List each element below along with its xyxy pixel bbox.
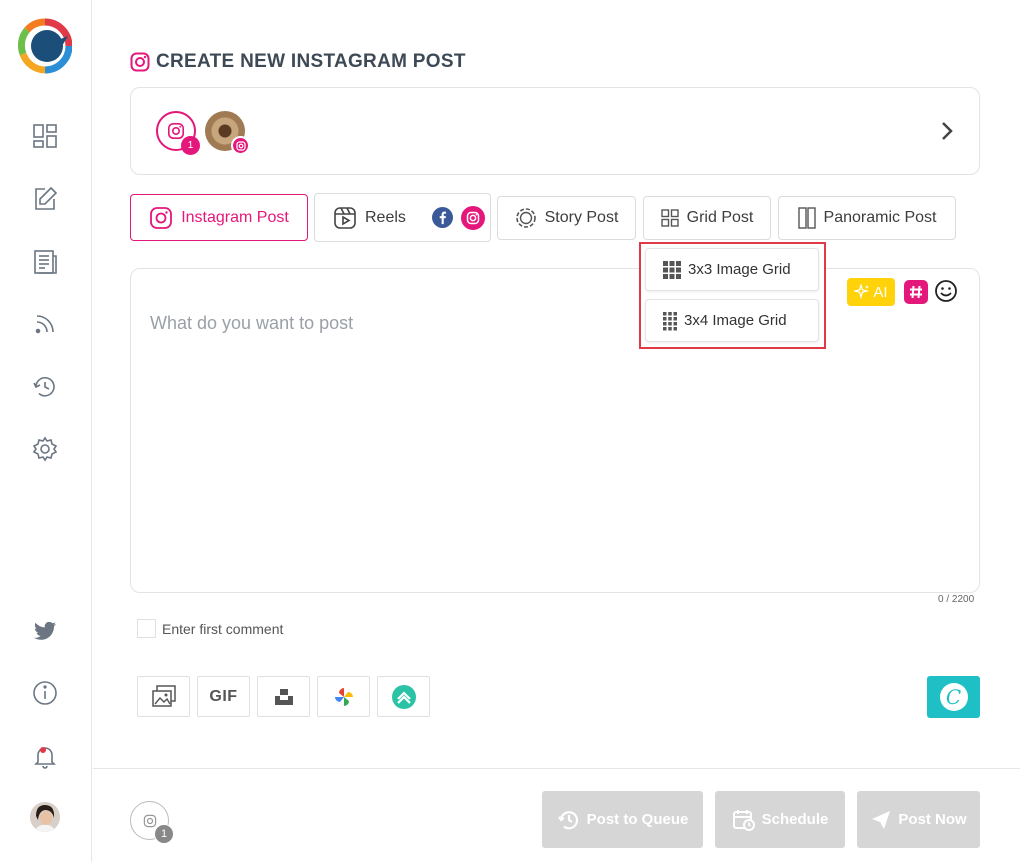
post-composer[interactable]: What do you want to post AI	[130, 268, 980, 593]
tab-grid-post[interactable]: Grid Post	[643, 196, 771, 240]
instagram-icon	[460, 205, 485, 230]
reels-icon	[334, 206, 356, 229]
post-now-button[interactable]: Post Now	[857, 791, 980, 848]
instagram-icon	[143, 814, 156, 827]
queue-icon	[557, 810, 578, 829]
compose-icon[interactable]	[29, 183, 61, 215]
ai-assist-button[interactable]: AI	[847, 278, 895, 306]
canva-button[interactable]: C	[927, 676, 980, 718]
settings-gear-icon[interactable]	[29, 433, 61, 465]
rss-icon[interactable]	[29, 308, 61, 340]
account-count-badge: 1	[181, 136, 200, 155]
page-title-text: CREATE NEW INSTAGRAM POST	[156, 51, 466, 72]
dashboard-icon[interactable]	[29, 120, 61, 152]
chevron-right-icon[interactable]	[937, 118, 957, 144]
grid-3x4-icon	[663, 311, 677, 330]
post-to-queue-button[interactable]: Post to Queue	[542, 791, 703, 848]
tab-reels[interactable]: Reels	[314, 193, 491, 242]
hashtag-icon	[910, 285, 922, 299]
first-comment-checkbox[interactable]	[137, 619, 156, 638]
menu-item-3x3-grid[interactable]: 3x3 Image Grid	[645, 248, 819, 291]
history-icon[interactable]	[29, 371, 61, 403]
posts-list-icon[interactable]	[29, 246, 61, 278]
grid-icon	[660, 209, 679, 227]
app-logo[interactable]	[17, 18, 73, 74]
instagram-title-icon	[130, 52, 150, 72]
grid-3x3-icon	[663, 260, 681, 279]
main-content: CREATE NEW INSTAGRAM POST 1 Instagram Po…	[93, 0, 1020, 862]
google-photos-button[interactable]	[317, 676, 370, 717]
notifications-bell-icon[interactable]	[29, 740, 61, 772]
page-title: CREATE NEW INSTAGRAM POST	[130, 50, 466, 74]
first-comment-label: Enter first comment	[162, 620, 284, 637]
post-textarea[interactable]: What do you want to post	[150, 313, 353, 334]
tab-panoramic-post[interactable]: Panoramic Post	[778, 196, 956, 240]
user-avatar[interactable]	[30, 802, 60, 832]
hashtag-button[interactable]	[904, 280, 928, 304]
google-photos-icon	[334, 687, 353, 706]
gif-button[interactable]: GIF	[197, 676, 250, 717]
instagram-badge-icon	[231, 136, 250, 155]
sidebar	[0, 0, 92, 862]
canva-icon: C	[939, 683, 968, 711]
images-icon	[151, 684, 176, 707]
upload-images-button[interactable]	[137, 676, 190, 717]
instagram-icon	[150, 206, 173, 229]
upload-arrows-icon	[391, 684, 416, 709]
footer-account-count-badge: 1	[154, 824, 174, 844]
schedule-button[interactable]: Schedule	[715, 791, 845, 848]
info-icon[interactable]	[29, 677, 61, 709]
tab-instagram-post[interactable]: Instagram Post	[130, 194, 308, 241]
unsplash-button[interactable]	[257, 676, 310, 717]
instagram-icon	[167, 122, 185, 140]
twitter-icon[interactable]	[29, 615, 61, 647]
story-icon	[515, 208, 536, 228]
account-selector[interactable]: 1	[130, 87, 980, 175]
menu-item-3x4-grid[interactable]: 3x4 Image Grid	[645, 299, 819, 342]
dropbox-upload-button[interactable]	[377, 676, 430, 717]
first-comment-row: Enter first comment	[137, 619, 283, 638]
emoji-icon[interactable]	[934, 279, 958, 303]
facebook-icon	[431, 207, 453, 228]
unsplash-icon	[274, 688, 293, 705]
character-count: 0 / 2200	[938, 594, 975, 605]
footer-bar: 1 Post to Queue Schedule Post Now	[93, 768, 1020, 862]
grid-post-dropdown: 3x3 Image Grid 3x4 Image Grid	[639, 242, 826, 349]
calendar-clock-icon	[732, 809, 755, 831]
panoramic-icon	[797, 207, 816, 229]
send-icon	[872, 810, 891, 829]
sparkle-icon	[854, 284, 870, 300]
tab-story-post[interactable]: Story Post	[497, 196, 636, 240]
